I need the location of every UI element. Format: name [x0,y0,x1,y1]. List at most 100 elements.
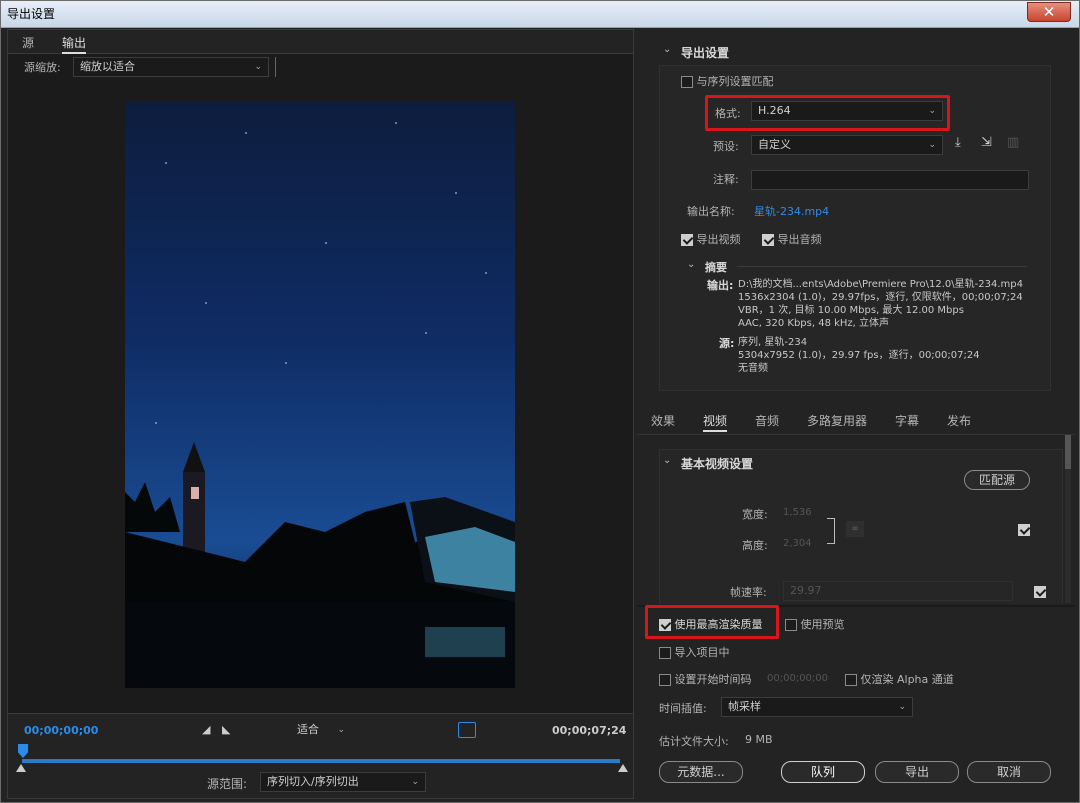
summary-source-line: 5304x7952 (1.0)，29.97 fps，逐行，00;00;07;24 [738,350,980,361]
tab-output[interactable]: 输出 [62,34,87,54]
export-audio-option[interactable]: 导出音频 [762,231,822,247]
summary-chevron-icon[interactable]: ⌄ [687,259,695,270]
set-start-timecode-checkbox[interactable] [659,674,671,686]
timeline-area: 00;00;00;00 ◢ ◣ 适合 ⌄ 00;00;07;24 源范围: 序列切… [8,713,633,798]
match-sequence-label: 与序列设置匹配 [696,75,774,88]
timecode-duration: 00;00;07;24 [552,724,627,737]
summary-output-line: AAC, 320 Kbps, 48 kHz, 立体声 [738,318,890,329]
comment-input[interactable] [751,170,1029,190]
link-chain-icon[interactable]: ∞ [846,521,864,537]
settings-tabs: 效果 视频 音频 多路复用器 字幕 发布 [637,407,1075,435]
video-preview [125,102,515,688]
use-previews-label: 使用预览 [800,618,845,631]
scrollbar-thumb[interactable] [1065,435,1071,469]
cancel-button[interactable]: 取消 [967,761,1051,783]
close-icon: ✕ [1042,3,1056,21]
max-render-quality-checkbox[interactable] [659,619,671,631]
export-video-checkbox[interactable] [681,234,693,246]
import-into-project-label: 导入项目中 [674,646,730,659]
match-sequence-checkbox[interactable] [681,76,693,88]
source-zoom-dropdown[interactable]: 缩放以适合 ⌄ [73,57,269,77]
fit-value: 适合 [297,723,319,736]
import-into-project-checkbox[interactable] [659,647,671,659]
format-dropdown[interactable]: H.264 ⌄ [751,101,943,121]
time-interpolation-dropdown[interactable]: 帧采样 ⌄ [721,697,913,717]
max-render-quality-option[interactable]: 使用最高渲染质量 [659,616,763,632]
source-zoom-value: 缩放以适合 [80,60,135,73]
time-interpolation-label: 时间插值: [659,702,707,715]
height-label: 高度: [742,539,768,552]
playhead[interactable] [18,744,28,758]
fit-dropdown[interactable]: 适合 ⌄ [290,720,352,740]
save-preset-icon[interactable]: ⤓ [955,135,961,150]
out-point-handle[interactable] [618,764,628,772]
summary-output-label: 输出: [707,279,734,292]
export-button[interactable]: 导出 [875,761,959,783]
framerate-auto-checkbox[interactable] [1033,586,1046,598]
tab-audio[interactable]: 音频 [755,412,779,429]
preset-dropdown[interactable]: 自定义 ⌄ [751,135,943,155]
summary-source-line: 序列, 星轨-234 [738,337,808,348]
file-size-label: 估计文件大小: [659,735,729,748]
export-settings-header: 导出设置 [681,46,730,60]
output-name-link[interactable]: 星轨-234.mp4 [754,203,829,219]
set-start-timecode-label: 设置开始时间码 [674,673,752,686]
close-button[interactable]: ✕ [1027,2,1071,22]
export-audio-checkbox[interactable] [762,234,774,246]
match-sequence-option[interactable]: 与序列设置匹配 [681,73,774,89]
chevron-down-icon: ⌄ [411,777,419,787]
summary-output-details: D:\我的文档...ents\Adobe\Premiere Pro\12.0\星… [738,278,1038,330]
summary-output-line: D:\我的文档...ents\Adobe\Premiere Pro\12.0\星… [738,279,1023,290]
render-alpha-checkbox[interactable] [845,674,857,686]
use-previews-option[interactable]: 使用预览 [785,616,845,632]
export-settings-window: 导出设置 ✕ 源 输出 源缩放: 缩放以适合 ⌄ 00;00;00;00 ◢ ◣… [0,0,1080,803]
timeline-range-bar[interactable] [22,759,620,763]
tab-captions[interactable]: 字幕 [895,412,919,429]
source-range-dropdown[interactable]: 序列切入/序列切出 ⌄ [260,772,426,792]
source-zoom-label: 源缩放: [24,61,61,74]
mark-in-icon[interactable]: ◢ [202,723,210,736]
metadata-button[interactable]: 元数据... [659,761,743,783]
time-interpolation-value: 帧采样 [728,700,761,713]
format-value: H.264 [758,104,791,117]
summary-source-label: 源: [719,337,735,350]
tab-effects[interactable]: 效果 [651,412,675,429]
tab-multiplexer[interactable]: 多路复用器 [807,412,867,429]
use-previews-checkbox[interactable] [785,619,797,631]
summary-header: 摘要 [705,261,727,274]
comment-label: 注释: [713,173,739,186]
chevron-down-icon: ⌄ [898,702,906,712]
source-range-label: 源范围: [207,777,248,791]
framerate-dropdown[interactable]: 29.97 [783,581,1013,601]
import-into-project-option[interactable]: 导入项目中 [659,644,730,660]
mark-out-icon[interactable]: ◣ [222,723,230,736]
export-video-option[interactable]: 导出视频 [681,231,741,247]
import-preset-icon[interactable]: ⇲ [981,135,992,150]
match-source-button[interactable]: 匹配源 [964,470,1030,490]
tab-source[interactable]: 源 [22,34,34,51]
queue-button[interactable]: 队列 [781,761,865,783]
scrollbar[interactable] [1065,435,1071,603]
chevron-down-icon: ⌄ [928,140,936,150]
set-start-timecode-option[interactable]: 设置开始时间码 [659,671,752,687]
aspect-toggle-icon[interactable] [458,722,476,738]
tab-video[interactable]: 视频 [703,412,728,432]
height-value[interactable]: 2,304 [783,538,812,549]
summary-divider [737,266,1027,267]
format-label: 格式: [715,107,741,120]
delete-preset-icon[interactable]: ▥ [1007,135,1019,150]
tab-publish[interactable]: 发布 [947,412,971,429]
start-timecode-value[interactable]: 00;00;00;00 [767,673,828,684]
width-height-auto-checkbox[interactable] [1018,524,1030,536]
render-alpha-option[interactable]: 仅渲染 Alpha 通道 [845,671,954,687]
timecode-current[interactable]: 00;00;00;00 [24,724,98,737]
in-point-handle[interactable] [16,764,26,772]
title-bar: 导出设置 [1,1,1079,28]
preview-tabs: 源 输出 [8,30,633,54]
collapse-chevron-icon[interactable]: ⌄ [663,44,671,55]
chevron-down-icon: ⌄ [337,725,345,735]
chevron-down-icon: ⌄ [254,62,262,72]
video-collapse-chevron-icon[interactable]: ⌄ [663,455,671,466]
width-value[interactable]: 1,536 [783,507,812,518]
preset-value: 自定义 [758,138,791,151]
